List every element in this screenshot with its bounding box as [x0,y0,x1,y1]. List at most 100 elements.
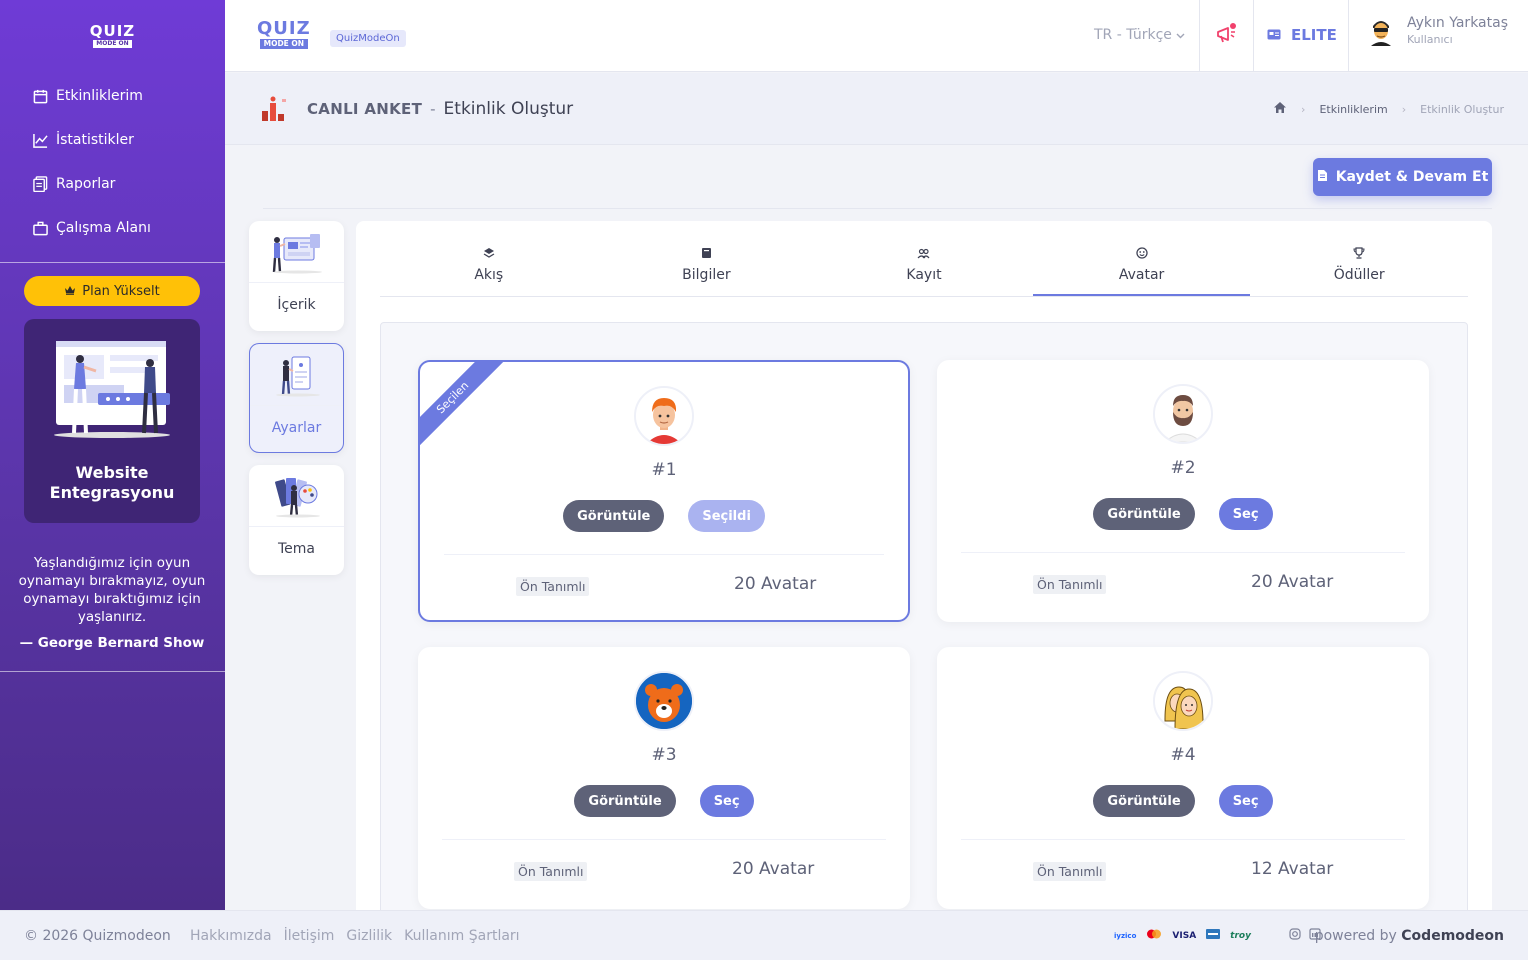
quote-author: — George Bernard Show [19,635,205,651]
side-tab-tema[interactable]: Tema [249,465,344,575]
card-divider [961,552,1405,553]
powered-brand[interactable]: Codemodeon [1401,928,1504,944]
sidebar-logo[interactable]: QUIZ MODE ON [0,0,225,72]
avatar [1153,384,1213,444]
avatar-set-card[interactable]: Seçilen #1 Görüntüle Seçildi Ön Tanımlı … [418,360,910,622]
tab-label: Kayıt [906,267,942,283]
tab-avatar[interactable]: Avatar [1032,245,1251,296]
amex-logo [1206,929,1221,942]
side-tab-ayarlar[interactable]: Ayarlar [249,343,344,453]
selected-ribbon: Seçilen [420,362,507,452]
avatar-count: 20 Avatar [732,859,815,879]
users-icon [917,247,930,261]
view-button[interactable]: Görüntüle [563,500,665,532]
avatar-count: 12 Avatar [1251,859,1334,879]
predefined-tag: Ön Tanımlı [1033,862,1107,881]
tab-akis[interactable]: Akış [380,245,598,296]
layers-icon [483,247,495,261]
language-selector[interactable]: TR - Türkçe [1094,27,1185,43]
sidebar-item-calisma-alani[interactable]: Çalışma Alanı [0,206,225,250]
save-continue-button[interactable]: Kaydet & Devam Et [1313,158,1492,196]
footer: © 2026 Quizmodeon Hakkımızda İletişim Gi… [0,910,1528,960]
view-button[interactable]: Görüntüle [1093,785,1195,817]
plan-label: ELITE [1291,26,1337,44]
sidebar: QUIZ MODE ON Etkinliklerim İstatistikler… [0,0,225,910]
footer-links: Hakkımızda İletişim Gizlilik Kullanım Şa… [190,928,520,944]
select-button[interactable]: Seç [699,785,754,817]
tab-kayit[interactable]: Kayıt [815,245,1033,296]
instagram-icon[interactable] [1289,927,1301,944]
footer-link-about[interactable]: Hakkımızda [190,928,272,944]
avatar-set-card[interactable]: #4 Görüntüle Seç Ön Tanımlı 12 Avatar [937,647,1429,909]
view-button[interactable]: Görüntüle [1093,498,1195,530]
avatar-set-grid: Seçilen #1 Görüntüle Seçildi Ön Tanımlı … [380,322,1468,922]
home-icon[interactable] [1273,101,1287,117]
side-tab-label: İçerik [277,297,316,313]
avatar [634,386,694,446]
mastercard-logo [1146,929,1162,942]
page-title: CANLI ANKET - Etkinlik Oluştur [307,99,573,119]
sidebar-item-etkinliklerim[interactable]: Etkinliklerim [0,74,225,118]
document-icon [32,176,48,192]
sidebar-item-label: Çalışma Alanı [56,220,151,236]
chevron-right-icon: › [1401,102,1407,116]
brand-badge: QuizModeOn [330,30,406,47]
select-button[interactable]: Seç [1218,498,1273,530]
powered-prefix: powered by [1314,927,1397,944]
select-button[interactable]: Seç [1218,785,1273,817]
payment-logos: iyzico VISA troy [1114,929,1251,942]
book-icon [701,247,712,261]
sidebar-item-raporlar[interactable]: Raporlar [0,162,225,206]
sidebar-item-label: İstatistikler [56,132,134,148]
tab-label: Akış [474,267,504,283]
trophy-icon [1353,247,1365,261]
predefined-tag: Ön Tanımlı [1033,575,1107,594]
crown-icon [64,284,76,299]
plan-badge[interactable]: ELITE [1267,26,1337,44]
topbar-logo[interactable]: QUIZ MODE ON [257,20,311,49]
tab-label: Ödüller [1333,267,1385,283]
sidebar-item-istatistikler[interactable]: İstatistikler [0,118,225,162]
megaphone-icon[interactable] [1215,22,1239,46]
website-integration-illustration [50,337,174,441]
logo-text: QUIZ [89,22,136,40]
avatar-count: 20 Avatar [1251,572,1334,592]
avatar [1365,14,1397,46]
quote-block: Yaşlandığımız için oyun oynamayı bırakma… [14,554,210,652]
smile-icon [1135,247,1148,261]
avatar-set-card[interactable]: #2 Görüntüle Seç Ön Tanımlı 20 Avatar [937,360,1429,622]
side-tab-icerik[interactable]: İçerik [249,221,344,331]
calendar-icon [32,88,48,104]
copyright: © 2026 Quizmodeon [24,927,171,944]
chevron-down-icon [1176,27,1185,43]
user-name: Aykın Yarkataş [1407,14,1508,31]
side-tab-label: Ayarlar [271,420,322,436]
selected-button[interactable]: Seçildi [688,500,765,532]
footer-link-terms[interactable]: Kullanım Şartları [404,928,519,944]
predefined-tag: Ön Tanımlı [516,577,590,596]
settings-tabs: Akış Bilgiler Kayıt Avatar Ödüller [380,245,1468,297]
website-integration-title: Website Entegrasyonu [49,463,175,502]
sidebar-menu: Etkinliklerim İstatistikler Raporlar Çal… [0,72,225,250]
footer-link-contact[interactable]: İletişim [284,928,335,944]
side-tab-label: Tema [277,541,315,557]
tab-oduller[interactable]: Ödüller [1250,245,1468,296]
website-integration-card[interactable]: Website Entegrasyonu [24,319,200,523]
topbar-separator [1348,0,1349,72]
powered-by: powered by Codemodeon [1315,928,1504,944]
breadcrumb-item[interactable]: Etkinliklerim [1319,103,1387,116]
plan-upgrade-button[interactable]: Plan Yükselt [24,276,200,306]
troy-logo: troy [1230,930,1251,941]
tab-bilgiler[interactable]: Bilgiler [598,245,816,296]
avatar-set-number: #3 [651,745,677,765]
user-menu[interactable]: Aykın Yarkataş Kullanıcı [1365,14,1508,46]
view-button[interactable]: Görüntüle [574,785,676,817]
avatar-set-card[interactable]: #3 Görüntüle Seç Ön Tanımlı 20 Avatar [418,647,910,909]
file-icon [1317,169,1328,186]
topbar-separator [1199,0,1200,72]
poll-icon [260,95,288,123]
page-title-text: Etkinlik Oluştur [443,99,574,119]
card-divider [444,554,884,555]
card-divider [961,839,1405,840]
footer-link-privacy[interactable]: Gizlilik [346,928,392,944]
